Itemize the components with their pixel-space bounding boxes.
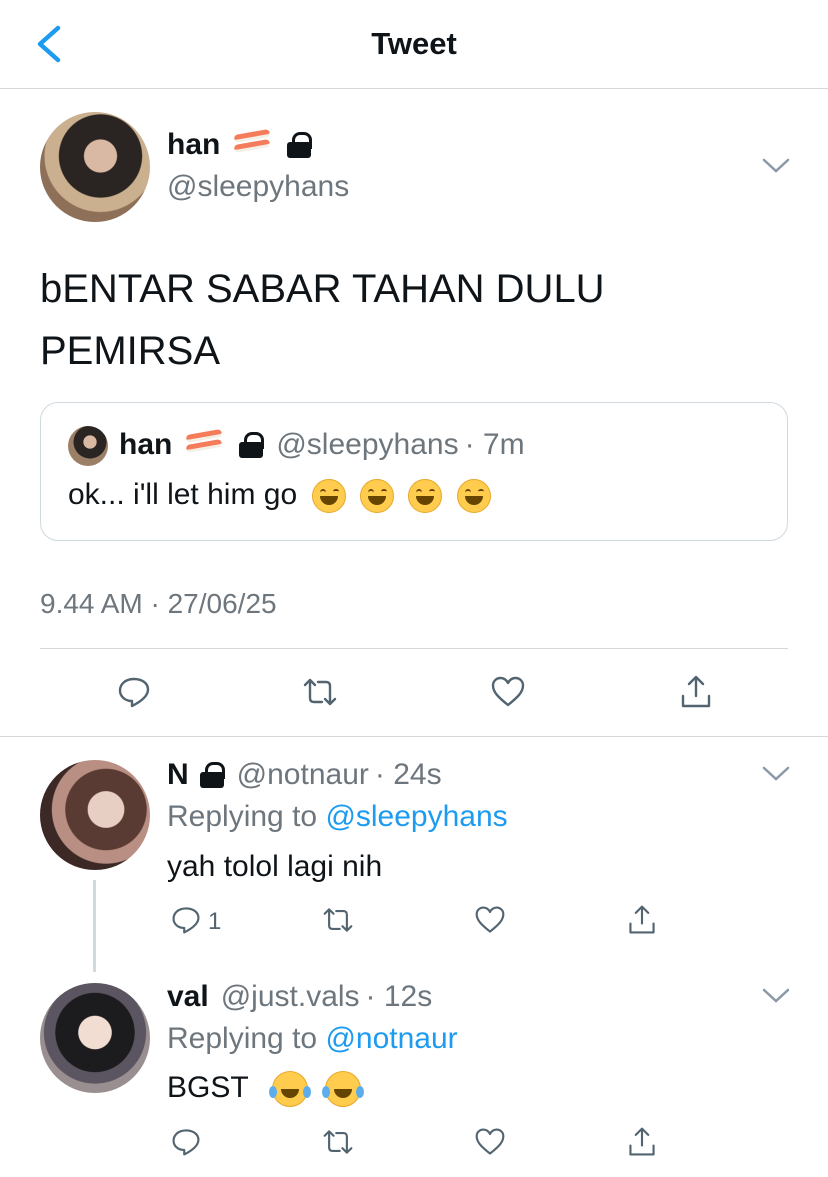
reply-icon[interactable]	[170, 1126, 202, 1158]
author-row: han	[167, 128, 313, 162]
reply-count: 1	[208, 908, 222, 935]
lock-icon	[238, 432, 265, 458]
reply-text: yah tolol lagi nih	[167, 850, 383, 883]
reply-icon[interactable]	[116, 674, 152, 710]
author-handle-row: @sleepyhans	[167, 170, 349, 204]
laugh-cry-emoji-icon	[321, 1071, 361, 1108]
quoted-text: ok... i'll let him go	[68, 478, 298, 511]
grin-emoji-icon	[456, 479, 491, 514]
divider	[0, 736, 828, 737]
like-icon[interactable]	[474, 904, 506, 936]
retweet-icon[interactable]	[322, 904, 354, 936]
share-icon[interactable]	[678, 674, 714, 710]
sushi-emoji-icon	[232, 128, 272, 158]
replying-to-label: Replying to	[167, 1022, 318, 1055]
quoted-author-name: han	[119, 428, 173, 461]
reply-text: BGST	[167, 1071, 249, 1104]
reply-author-handle[interactable]: @notnaur	[237, 758, 369, 792]
top-bar: Tweet	[0, 0, 828, 89]
retweet-icon[interactable]	[302, 674, 338, 710]
grin-emoji-icon	[311, 479, 346, 514]
replying-to-link[interactable]: @notnaur	[325, 1022, 457, 1055]
reply-author-name[interactable]: N	[167, 758, 189, 792]
replying-to-link[interactable]: @sleepyhans	[325, 800, 507, 833]
tweet-text-line: PEMIRSA	[40, 329, 221, 373]
chevron-down-icon[interactable]	[762, 988, 790, 1004]
quoted-avatar	[68, 426, 108, 466]
like-icon[interactable]	[474, 1126, 506, 1158]
reply-time: · 12s	[365, 980, 433, 1013]
avatar[interactable]	[40, 760, 150, 870]
reply-author-row: val @just.vals · 12s	[167, 980, 432, 1014]
thread-connector	[93, 880, 96, 972]
lock-icon	[199, 762, 225, 788]
avatar[interactable]	[40, 112, 150, 222]
quoted-tweet-card[interactable]	[40, 402, 788, 541]
tweet-timestamp[interactable]: 9.44 AM · 27/06/25	[40, 588, 277, 620]
reply-author-name[interactable]: val	[167, 980, 209, 1014]
page-title: Tweet	[371, 26, 457, 61]
quoted-time: · 7m	[464, 428, 525, 461]
avatar[interactable]	[40, 983, 150, 1093]
chevron-down-icon[interactable]	[762, 158, 790, 174]
retweet-icon[interactable]	[322, 1126, 354, 1158]
reply-icon[interactable]	[170, 904, 202, 936]
laugh-cry-emoji-icon	[269, 1071, 309, 1108]
reply-text-row: BGST	[167, 1071, 361, 1108]
reply-time: · 24s	[374, 758, 442, 791]
tweet-text: bENTAR SABAR TAHAN DULU PEMIRSA	[40, 258, 780, 382]
grin-emoji-icon	[408, 479, 443, 514]
share-icon[interactable]	[626, 1126, 658, 1158]
lock-icon	[286, 132, 313, 158]
like-icon[interactable]	[490, 674, 526, 710]
author-handle[interactable]: @sleepyhans	[167, 170, 349, 204]
reply-author-handle[interactable]: @just.vals	[221, 980, 360, 1014]
reply-author-row: N @notnaur · 24s	[167, 758, 442, 792]
replying-to: Replying to @notnaur	[167, 1022, 458, 1056]
quoted-author-handle: @sleepyhans	[276, 428, 459, 461]
chevron-down-icon[interactable]	[762, 766, 790, 782]
author-name[interactable]: han	[167, 128, 220, 162]
replying-to: Replying to @sleepyhans	[167, 800, 508, 834]
sushi-emoji-icon	[184, 428, 224, 458]
grin-emoji-icon	[359, 479, 394, 514]
share-icon[interactable]	[626, 904, 658, 936]
replying-to-label: Replying to	[167, 800, 318, 833]
quoted-author-row: han @sleepyhans · 7m	[119, 428, 525, 462]
tweet-text-line: bENTAR SABAR TAHAN DULU	[40, 267, 605, 311]
divider	[40, 648, 788, 649]
quoted-text-row: ok... i'll let him go	[68, 478, 491, 514]
